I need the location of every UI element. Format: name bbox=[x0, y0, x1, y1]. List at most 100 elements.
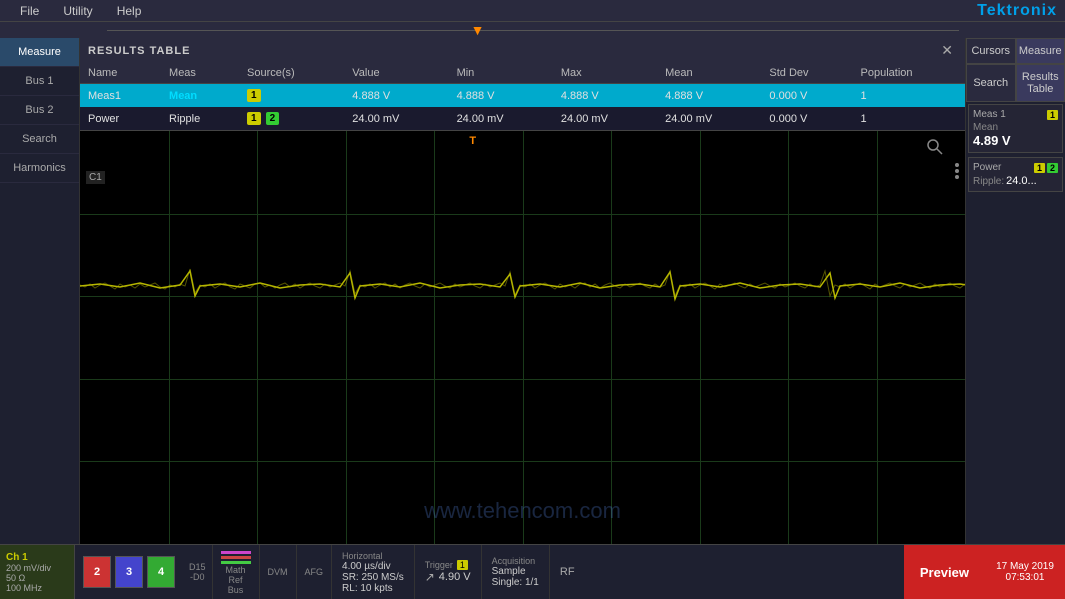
scope-options-dots[interactable] bbox=[955, 161, 959, 181]
results-title-bar: RESULTS TABLE ✕ bbox=[80, 38, 965, 63]
menu-help[interactable]: Help bbox=[105, 2, 154, 20]
power-value: 24.0... bbox=[1006, 175, 1037, 187]
search-button[interactable]: Search bbox=[966, 64, 1016, 102]
math-ref-bus-indicator[interactable]: Math Ref Bus bbox=[212, 545, 259, 599]
trigger-position-arrow[interactable]: ▼ bbox=[471, 22, 485, 38]
preview-button[interactable]: Preview bbox=[904, 545, 985, 599]
cell-power-meas: Ripple bbox=[161, 107, 239, 130]
d15-indicator[interactable]: D15 -D0 bbox=[183, 545, 212, 599]
power-badge2: 2 bbox=[1047, 163, 1058, 173]
bottom-bar: Ch 1 200 mV/div 50 Ω 100 MHz 2 3 4 D15 -… bbox=[0, 544, 1065, 599]
horizontal-title: Horizontal bbox=[342, 551, 404, 561]
left-sidebar: Measure Bus 1 Bus 2 Search Harmonics bbox=[0, 38, 80, 544]
acquisition-type: Sample bbox=[492, 566, 539, 577]
ch1-freq: 100 MHz bbox=[6, 583, 68, 593]
date-value: 17 May 2019 bbox=[993, 561, 1057, 572]
measure-button[interactable]: Measure bbox=[1016, 38, 1065, 64]
menu-bar: File Utility Help Tektronix bbox=[0, 0, 1065, 22]
col-meas: Meas bbox=[161, 63, 239, 84]
cell-meas1-value: 4.888 V bbox=[344, 84, 448, 108]
meas1-type: Mean bbox=[973, 122, 1058, 133]
results-table-title: RESULTS TABLE bbox=[88, 45, 190, 57]
c1-channel-label: C1 bbox=[86, 171, 105, 184]
ch1-ohm: 50 Ω bbox=[6, 573, 68, 583]
trigger-title: Trigger bbox=[425, 560, 453, 570]
cell-power-source: 1 2 bbox=[239, 107, 344, 130]
scope-search-icon[interactable] bbox=[925, 137, 945, 157]
horizontal-rl: RL: 10 kpts bbox=[342, 583, 404, 594]
trigger-line bbox=[107, 30, 959, 31]
time-value: 07:53:01 bbox=[993, 572, 1057, 583]
sidebar-item-bus2[interactable]: Bus 2 bbox=[0, 96, 79, 125]
results-panel: RESULTS TABLE ✕ Name Meas Source(s) Valu… bbox=[80, 38, 965, 131]
cell-meas1-stddev: 0.000 V bbox=[761, 84, 852, 108]
waveform-svg bbox=[80, 131, 965, 544]
center-content: RESULTS TABLE ✕ Name Meas Source(s) Valu… bbox=[80, 38, 965, 544]
dvm-button[interactable]: DVM bbox=[259, 545, 296, 599]
channel-3-button[interactable]: 3 bbox=[115, 556, 143, 588]
cell-meas1-meas: Mean bbox=[161, 84, 239, 108]
channel-4-button[interactable]: 4 bbox=[147, 556, 175, 588]
col-max: Max bbox=[553, 63, 657, 84]
ch1-div: 200 mV/div bbox=[6, 563, 68, 573]
cell-power-mean: 24.00 mV bbox=[657, 107, 761, 130]
ch1-info[interactable]: Ch 1 200 mV/div 50 Ω 100 MHz bbox=[0, 545, 75, 599]
horizontal-info[interactable]: Horizontal 4.00 µs/div SR: 250 MS/s RL: … bbox=[331, 545, 414, 599]
cell-power-stddev: 0.000 V bbox=[761, 107, 852, 130]
cell-meas1-max: 4.888 V bbox=[553, 84, 657, 108]
col-min: Min bbox=[449, 63, 553, 84]
cursors-button[interactable]: Cursors bbox=[966, 38, 1016, 64]
trigger-arrow: ↗ bbox=[425, 570, 435, 584]
trigger-marker-bar: ▼ bbox=[0, 22, 1065, 38]
rf-button[interactable]: RF bbox=[549, 545, 585, 599]
channel-2-button[interactable]: 2 bbox=[83, 556, 111, 588]
trigger-level: 4.90 V bbox=[439, 571, 471, 583]
channel-buttons: 2 3 4 bbox=[75, 545, 183, 599]
menu-utility[interactable]: Utility bbox=[51, 2, 104, 20]
col-stddev: Std Dev bbox=[761, 63, 852, 84]
cell-power-pop: 1 bbox=[853, 107, 965, 130]
sidebar-item-bus1[interactable]: Bus 1 bbox=[0, 67, 79, 96]
power-badge1: 1 bbox=[1034, 163, 1045, 173]
datetime-display: 17 May 2019 07:53:01 bbox=[985, 545, 1065, 599]
afg-button[interactable]: AFG bbox=[296, 545, 332, 599]
cell-meas1-min: 4.888 V bbox=[449, 84, 553, 108]
main-layout: Measure Bus 1 Bus 2 Search Harmonics RES… bbox=[0, 38, 1065, 544]
cell-power-name: Power bbox=[80, 107, 161, 130]
cell-meas1-source: 1 bbox=[239, 84, 344, 108]
cell-power-max: 24.00 mV bbox=[553, 107, 657, 130]
sidebar-item-search[interactable]: Search bbox=[0, 125, 79, 154]
sidebar-item-measure[interactable]: Measure bbox=[0, 38, 79, 67]
meas1-panel: Meas 1 1 Mean 4.89 V bbox=[968, 104, 1063, 153]
col-mean: Mean bbox=[657, 63, 761, 84]
col-source: Source(s) bbox=[239, 63, 344, 84]
menu-file[interactable]: File bbox=[8, 2, 51, 20]
results-table-button[interactable]: ResultsTable bbox=[1016, 64, 1065, 102]
power-label: Power bbox=[973, 162, 1001, 173]
acquisition-info[interactable]: Acquisition Sample Single: 1/1 bbox=[481, 545, 549, 599]
power-type: Ripple: bbox=[973, 176, 1004, 187]
ch1-title: Ch 1 bbox=[6, 552, 68, 563]
app-logo: Tektronix bbox=[977, 2, 1057, 20]
power-panel: Power 1 2 Ripple: 24.0... bbox=[968, 157, 1063, 192]
trigger-t-marker: T bbox=[469, 135, 476, 147]
table-row[interactable]: Power Ripple 1 2 24.00 mV 24.00 mV 24.00… bbox=[80, 107, 965, 130]
right-sidebar: Cursors Measure Search ResultsTable Meas… bbox=[965, 38, 1065, 544]
col-population: Population bbox=[853, 63, 965, 84]
table-row[interactable]: Meas1 Mean 1 4.888 V 4.888 V 4.888 V 4.8… bbox=[80, 84, 965, 108]
meas1-label: Meas 1 bbox=[973, 109, 1006, 120]
cell-meas1-name: Meas1 bbox=[80, 84, 161, 108]
acquisition-title: Acquisition bbox=[492, 556, 539, 566]
horizontal-div: 4.00 µs/div bbox=[342, 561, 404, 572]
cell-meas1-mean: 4.888 V bbox=[657, 84, 761, 108]
sidebar-item-harmonics[interactable]: Harmonics bbox=[0, 154, 79, 183]
col-name: Name bbox=[80, 63, 161, 84]
meas1-value: 4.89 V bbox=[973, 133, 1058, 148]
cell-power-value: 24.00 mV bbox=[344, 107, 448, 130]
trigger-info[interactable]: Trigger 1 ↗ 4.90 V bbox=[414, 545, 481, 599]
close-button[interactable]: ✕ bbox=[937, 42, 957, 59]
acquisition-single: Single: 1/1 bbox=[492, 577, 539, 588]
cell-power-min: 24.00 mV bbox=[449, 107, 553, 130]
trigger-badge: 1 bbox=[457, 560, 468, 570]
cell-meas1-pop: 1 bbox=[853, 84, 965, 108]
